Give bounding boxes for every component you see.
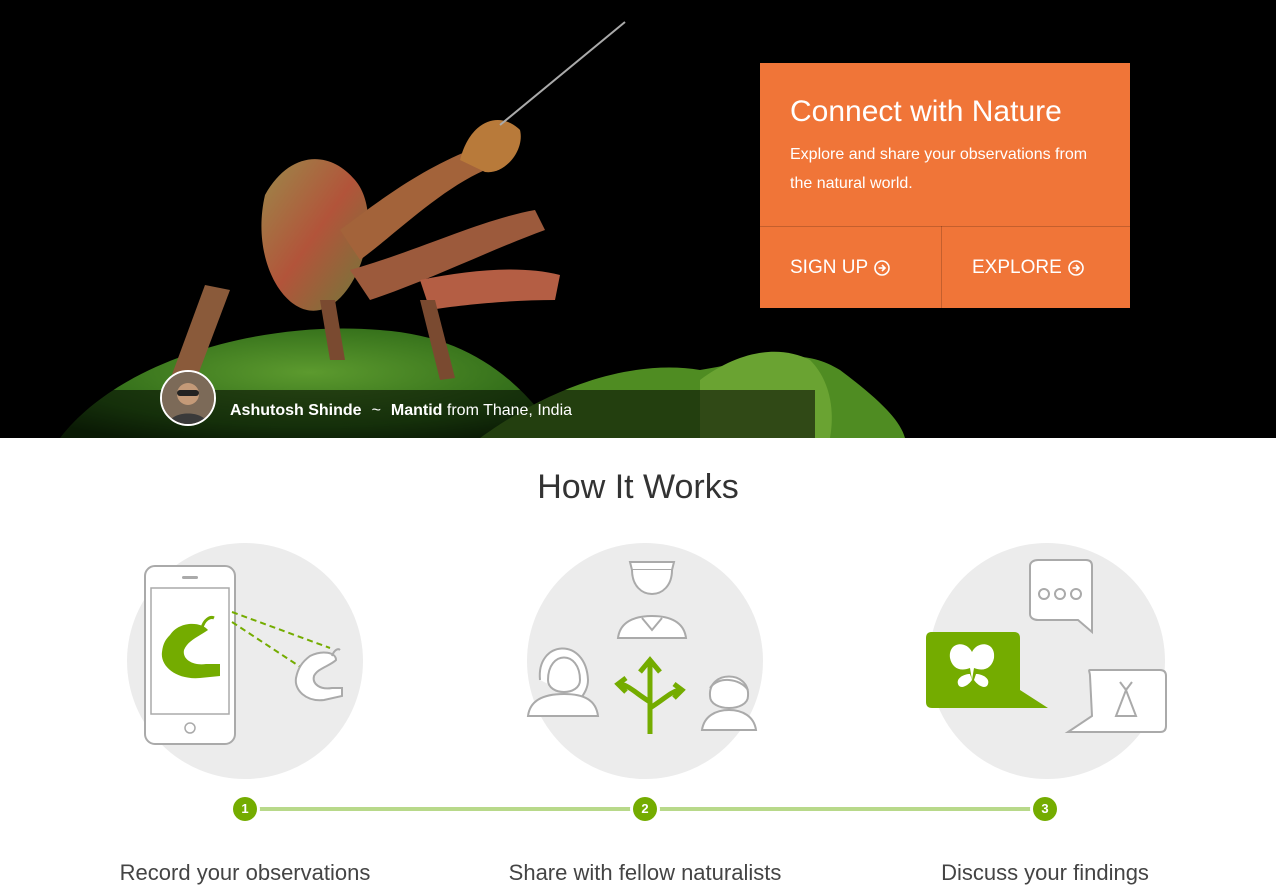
- how-it-works-title: How It Works: [537, 468, 739, 506]
- signup-label: SIGN UP: [790, 256, 869, 278]
- observer-avatar[interactable]: [160, 370, 216, 426]
- step-2-label: Share with fellow naturalists: [508, 860, 782, 885]
- explore-button[interactable]: EXPLORE: [972, 227, 1084, 308]
- step-2-badge: 2: [633, 797, 657, 821]
- cta-description: Explore and share your observations from…: [790, 146, 1088, 192]
- cta-button-divider: [941, 226, 942, 308]
- step-1-badge: 1: [233, 797, 257, 821]
- observer-name[interactable]: Ashutosh Shinde: [230, 402, 362, 419]
- step-3-badge: 3: [1033, 797, 1057, 821]
- signup-button[interactable]: SIGN UP: [790, 227, 890, 308]
- discussion-bubbles-icon: [926, 559, 1167, 733]
- arrow-circle-right-icon: [874, 259, 890, 276]
- arrow-circle-right-icon: [1067, 259, 1084, 276]
- phone-caterpillar-icon: [144, 565, 343, 745]
- explore-label: EXPLORE: [972, 256, 1062, 278]
- avatar-image: [162, 372, 214, 424]
- observation-location: from Thane, India: [446, 402, 573, 419]
- hero-banner: Ashutosh Shinde ~ Mantid from Thane, India…: [0, 0, 1276, 438]
- naturalists-share-icon: [526, 561, 758, 734]
- species-name[interactable]: Mantid: [391, 402, 443, 419]
- cta-title: Connect with Nature: [790, 95, 1062, 128]
- step-3-label: Discuss your findings: [941, 860, 1149, 885]
- step-1-label: Record your observations: [119, 860, 371, 885]
- connect-cta-box: Connect with Nature Explore and share yo…: [760, 63, 1130, 308]
- photo-attribution: Ashutosh Shinde ~ Mantid from Thane, India: [230, 402, 572, 420]
- attribution-separator: ~: [371, 402, 381, 419]
